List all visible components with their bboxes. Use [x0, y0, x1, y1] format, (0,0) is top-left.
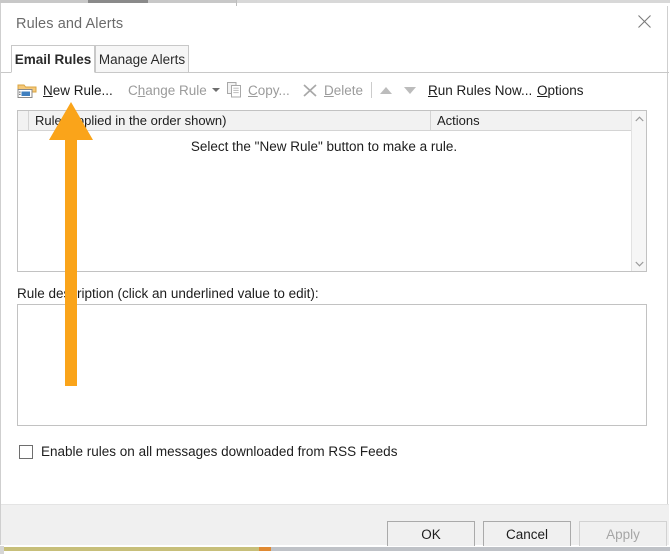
rules-list-empty-message: Select the "New Rule" button to make a r…: [18, 139, 630, 154]
rules-list[interactable]: Rule (applied in the order shown) Action…: [17, 110, 647, 272]
column-header-rule-label: Rule (applied in the order shown): [35, 113, 227, 128]
copy-button[interactable]: Copy...: [227, 73, 290, 107]
rss-rules-checkbox-label: Enable rules on all messages downloaded …: [41, 444, 397, 459]
bottom-strip-orange: [259, 547, 271, 551]
dialog-title: Rules and Alerts: [16, 16, 123, 32]
tab-email-rules-label: Email Rules: [15, 52, 92, 67]
chevron-down-icon: [635, 261, 644, 267]
run-rules-now-button[interactable]: Run Rules Now...: [428, 73, 532, 107]
rules-list-header-gutter: [18, 111, 28, 130]
chevron-down-icon: [212, 88, 220, 92]
rules-toolbar: New Rule... Change Rule Copy...: [1, 73, 669, 107]
close-icon: [637, 14, 652, 29]
rss-rules-checkbox-row[interactable]: Enable rules on all messages downloaded …: [19, 444, 397, 459]
options-label: Options: [537, 83, 584, 98]
rule-description-box[interactable]: [17, 304, 647, 426]
new-rule-folder-icon: [17, 82, 37, 99]
move-up-arrow-icon: [380, 87, 392, 94]
bottom-strip-grey: [271, 547, 670, 551]
rules-list-header: Rule (applied in the order shown) Action…: [18, 111, 646, 131]
tab-strip: Email Rules Manage Alerts: [1, 44, 669, 73]
tab-manage-alerts[interactable]: Manage Alerts: [95, 45, 189, 73]
scroll-up-button[interactable]: [632, 111, 647, 126]
ok-button[interactable]: OK: [387, 521, 475, 548]
options-button[interactable]: Options: [537, 73, 584, 107]
move-down-arrow-icon: [404, 87, 416, 94]
delete-button[interactable]: Delete: [302, 73, 363, 107]
move-down-button[interactable]: [404, 73, 416, 107]
bg-segment-d: [236, 0, 670, 3]
column-header-rule[interactable]: Rule (applied in the order shown): [28, 111, 430, 130]
column-header-actions-label: Actions: [437, 113, 480, 128]
bottom-accent-strip: [0, 546, 670, 554]
column-header-actions[interactable]: Actions: [430, 111, 632, 130]
change-rule-label: Change Rule: [128, 83, 207, 98]
delete-x-icon: [302, 82, 318, 98]
bg-segment-b: [88, 0, 148, 3]
bg-segment-a: [0, 0, 88, 3]
change-rule-button[interactable]: Change Rule: [128, 73, 220, 107]
dialog-titlebar: Rules and Alerts: [1, 6, 667, 44]
rules-and-alerts-dialog: Rules and Alerts Email Rules Manage Aler…: [0, 6, 668, 545]
toolbar-separator: [371, 82, 372, 98]
new-rule-label: New Rule...: [43, 83, 113, 98]
chevron-up-icon: [635, 116, 644, 122]
bottom-strip-olive: [4, 547, 259, 551]
bg-segment-c: [148, 0, 236, 3]
move-up-button[interactable]: [380, 73, 392, 107]
rss-rules-checkbox[interactable]: [19, 445, 33, 459]
delete-label: Delete: [324, 83, 363, 98]
dialog-footer: OK Cancel Apply: [1, 505, 669, 545]
scroll-down-button[interactable]: [632, 256, 647, 271]
rule-description-label: Rule description (click an underlined va…: [17, 286, 319, 301]
tab-email-rules[interactable]: Email Rules: [11, 45, 95, 73]
new-rule-button[interactable]: New Rule...: [17, 73, 113, 107]
run-rules-now-label: Run Rules Now...: [428, 83, 532, 98]
rules-list-scrollbar[interactable]: [631, 111, 646, 271]
copy-pages-icon: [227, 82, 242, 98]
tab-manage-alerts-label: Manage Alerts: [99, 52, 185, 67]
close-button[interactable]: [621, 6, 667, 36]
copy-label: Copy...: [248, 83, 290, 98]
apply-button: Apply: [579, 521, 667, 548]
cancel-button[interactable]: Cancel: [483, 521, 571, 548]
